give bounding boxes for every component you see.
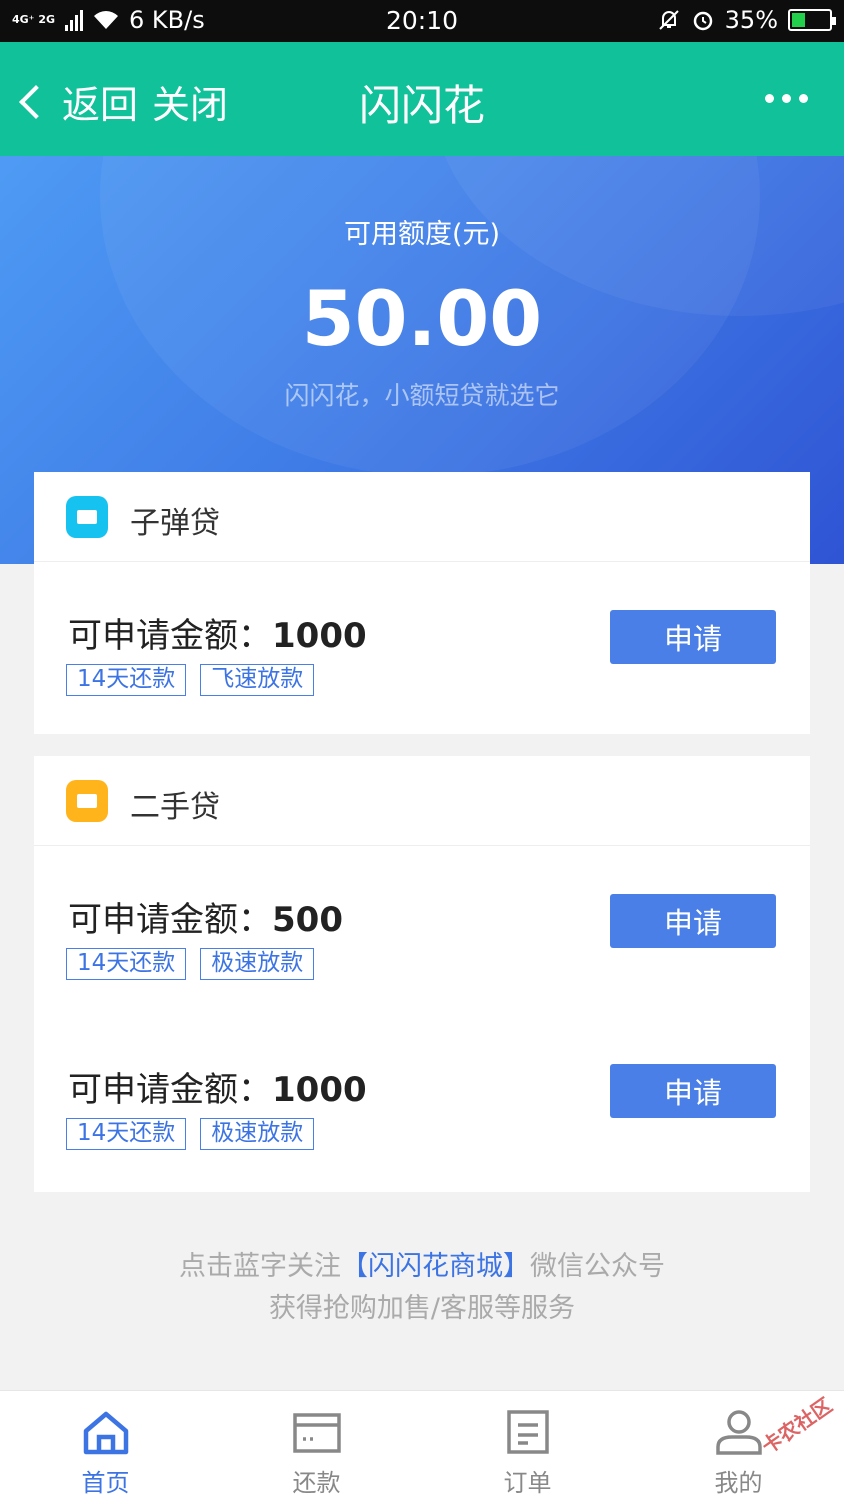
navbar: 返回 关闭 闪闪花 <box>0 42 844 156</box>
mute-icon <box>658 10 679 30</box>
tab-label: 我的 <box>714 1469 763 1497</box>
offer-amount: 可申请金额：1000 <box>68 616 367 656</box>
offer-amount: 可申请金额：1000 <box>68 1070 367 1110</box>
product-name: 子弹贷 <box>130 506 220 541</box>
status-bar: 4G⁺ 2G 6 KB/s 20:10 35% <box>0 0 844 42</box>
product-name: 二手贷 <box>130 790 220 825</box>
loan-offer: 可申请金额：1000 14天还款 飞速放款 申请 <box>34 562 810 732</box>
battery-icon <box>788 9 836 31</box>
follow-note: 点击蓝字关注【闪闪花商城】微信公众号 获得抢购加售/客服等服务 <box>0 1246 844 1330</box>
tag: 极速放款 <box>200 948 315 980</box>
product-logo-icon <box>66 496 108 538</box>
card-icon <box>292 1413 341 1453</box>
tab-orders[interactable]: 订单 <box>422 1391 633 1500</box>
follow-note-line1: 点击蓝字关注【闪闪花商城】微信公众号 <box>179 1251 665 1282</box>
offer-amount: 可申请金额：500 <box>68 900 343 940</box>
tab-label: 订单 <box>503 1469 552 1497</box>
document-icon <box>506 1410 549 1454</box>
offer-tags: 14天还款 极速放款 <box>66 948 315 980</box>
offer-tags: 14天还款 极速放款 <box>66 1118 315 1150</box>
product-header: 二手贷 <box>34 756 810 846</box>
battery-percent: 35% <box>724 6 778 34</box>
more-dots-icon[interactable] <box>765 94 808 103</box>
user-icon <box>715 1410 762 1455</box>
tag: 14天还款 <box>66 948 187 980</box>
tag: 极速放款 <box>200 1118 315 1150</box>
tab-label: 首页 <box>81 1469 130 1497</box>
apply-button[interactable]: 申请 <box>610 894 776 948</box>
page-title: 闪闪花 <box>358 81 485 130</box>
alarm-icon <box>693 11 712 31</box>
product-header: 子弹贷 <box>34 472 810 562</box>
product-card-second-hand-loan: 二手贷 可申请金额：500 14天还款 极速放款 申请 可申请金额：1000 1… <box>34 756 810 1192</box>
loan-offer: 可申请金额：500 14天还款 极速放款 申请 <box>34 846 810 1016</box>
apply-button[interactable]: 申请 <box>610 610 776 664</box>
tag: 14天还款 <box>66 664 187 696</box>
home-icon <box>83 1411 128 1455</box>
available-credit-label: 可用额度(元) <box>343 219 501 250</box>
loan-offer: 可申请金额：1000 14天还款 极速放款 申请 <box>34 1016 810 1186</box>
tab-label: 还款 <box>292 1469 341 1497</box>
tab-home[interactable]: 首页 <box>0 1391 211 1500</box>
offer-tags: 14天还款 飞速放款 <box>66 664 315 696</box>
follow-note-line2: 获得抢购加售/客服等服务 <box>268 1293 576 1324</box>
apply-button[interactable]: 申请 <box>610 1064 776 1118</box>
tag: 14天还款 <box>66 1118 187 1150</box>
bottom-tab-bar: 首页 还款 订单 我的 <box>0 1390 844 1500</box>
banner-slogan: 闪闪花，小额短贷就选它 <box>284 381 560 410</box>
tag: 飞速放款 <box>200 664 315 696</box>
tab-repay[interactable]: 还款 <box>211 1391 422 1500</box>
wechat-link[interactable]: 【闪闪花商城】 <box>341 1251 530 1282</box>
available-credit-amount: 50.00 <box>301 274 543 363</box>
product-card-bullet-loan: 子弹贷 可申请金额：1000 14天还款 飞速放款 申请 <box>34 472 810 734</box>
product-logo-icon <box>66 780 108 822</box>
